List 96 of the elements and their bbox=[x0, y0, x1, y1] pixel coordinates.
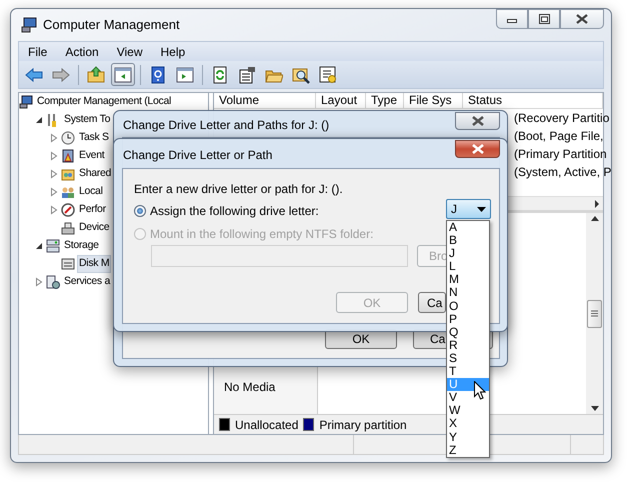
dialog-title: Change Drive Letter and Paths for J: () bbox=[123, 117, 330, 134]
maximize-icon bbox=[538, 14, 550, 24]
expand-arrow-icon[interactable] bbox=[49, 133, 59, 143]
dropdown-option[interactable]: N bbox=[447, 286, 489, 300]
scroll-down-icon bbox=[590, 406, 598, 411]
radio-label[interactable]: Assign the following drive letter: bbox=[150, 202, 319, 220]
expand-arrow-icon[interactable] bbox=[49, 187, 59, 197]
minimize-button[interactable] bbox=[496, 9, 528, 29]
close-icon bbox=[470, 144, 484, 154]
dropdown-option[interactable]: R bbox=[447, 338, 489, 352]
expand-arrow-icon[interactable] bbox=[49, 205, 59, 215]
dropdown-option[interactable]: Q bbox=[447, 326, 489, 339]
dropdown-option[interactable]: Y bbox=[447, 430, 489, 444]
dropdown-option[interactable]: T bbox=[447, 365, 489, 378]
table-cell-text: (Primary Partition bbox=[514, 146, 607, 163]
tree-item[interactable]: Device bbox=[77, 219, 112, 237]
grip-icon bbox=[591, 310, 598, 317]
scroll-thumb[interactable] bbox=[587, 300, 602, 328]
collapse-arrow-icon[interactable] bbox=[34, 115, 44, 125]
tree-item[interactable]: Storage bbox=[62, 237, 101, 255]
computer-icon bbox=[21, 17, 37, 33]
dropdown-option[interactable]: S bbox=[447, 352, 489, 366]
column-header[interactable]: Status bbox=[463, 93, 603, 108]
folder-up-icon bbox=[87, 66, 105, 84]
menu-item[interactable]: Help bbox=[152, 42, 194, 60]
tree-item[interactable]: Local bbox=[77, 183, 105, 201]
table-cell-text: (System, Active, P bbox=[514, 164, 612, 181]
forward-arrow-icon bbox=[52, 66, 70, 84]
table-cell-text: (Recovery Partitio bbox=[514, 110, 610, 127]
tree-pane-icon bbox=[114, 66, 132, 84]
window-title: Computer Management bbox=[43, 16, 180, 34]
help-icon bbox=[149, 66, 167, 84]
properties-icon bbox=[238, 66, 256, 84]
dropdown-option[interactable]: A bbox=[447, 221, 489, 234]
tree-item[interactable]: System To bbox=[62, 111, 112, 129]
close-button[interactable] bbox=[560, 9, 604, 29]
column-header[interactable]: Layout bbox=[316, 93, 366, 108]
tree-item[interactable]: Computer Management (Local bbox=[35, 93, 174, 111]
cursor-icon bbox=[474, 381, 486, 400]
computer-icon bbox=[19, 95, 33, 109]
media-label: No Media bbox=[224, 379, 276, 396]
menu-item[interactable]: View bbox=[108, 42, 152, 60]
maximize-button[interactable] bbox=[528, 9, 560, 29]
close-icon bbox=[576, 14, 588, 24]
expand-arrow-icon[interactable] bbox=[49, 169, 59, 179]
users-icon bbox=[61, 185, 75, 199]
scroll-right-icon bbox=[594, 200, 600, 208]
device-icon bbox=[61, 221, 75, 235]
tree-item[interactable]: Disk M bbox=[77, 255, 112, 273]
vertical-scrollbar[interactable] bbox=[586, 213, 603, 414]
dropdown-option[interactable]: Z bbox=[447, 444, 489, 457]
dialog-title: Change Drive Letter or Path bbox=[123, 147, 272, 164]
tree-item[interactable]: Task S bbox=[77, 129, 111, 147]
prompt-text: Enter a new drive letter or path for J: (). bbox=[134, 181, 343, 198]
settings-icon bbox=[319, 66, 337, 84]
menu-item[interactable]: File bbox=[19, 42, 56, 60]
tree-item[interactable]: Shared bbox=[77, 165, 114, 183]
legend-label: Primary partition bbox=[319, 416, 407, 434]
expand-arrow-icon[interactable] bbox=[34, 277, 44, 287]
column-header[interactable]: Type bbox=[366, 93, 404, 108]
tree-item[interactable]: Event bbox=[77, 147, 106, 165]
menu-item[interactable]: Action bbox=[56, 42, 108, 60]
log-icon bbox=[61, 149, 75, 163]
refresh-icon bbox=[211, 66, 229, 84]
dropdown-option[interactable]: V bbox=[447, 391, 489, 404]
close-button[interactable] bbox=[455, 112, 500, 130]
column-header[interactable]: File Sys bbox=[404, 93, 463, 108]
drive-letter-dropdown[interactable]: J bbox=[446, 199, 491, 219]
dropdown-option[interactable]: O bbox=[447, 300, 489, 313]
clock-icon bbox=[61, 131, 75, 145]
dropdown-option[interactable]: M bbox=[447, 273, 489, 286]
table-cell-text: (Boot, Page File, bbox=[514, 128, 604, 145]
dropdown-option[interactable]: X bbox=[447, 417, 489, 430]
folder-icon bbox=[61, 167, 75, 181]
dropdown-option[interactable]: P bbox=[447, 312, 489, 326]
storage-icon bbox=[46, 239, 60, 253]
column-header[interactable]: Volume bbox=[214, 93, 316, 108]
tree-item[interactable]: Services a bbox=[62, 273, 112, 291]
legend-label: Unallocated bbox=[235, 416, 298, 434]
dropdown-option[interactable]: W bbox=[447, 404, 489, 418]
tree-pane-button[interactable] bbox=[111, 63, 135, 86]
radio-button[interactable] bbox=[134, 205, 146, 217]
dropdown-option[interactable]: B bbox=[447, 234, 489, 248]
close-button[interactable] bbox=[455, 140, 500, 158]
search-icon bbox=[292, 66, 310, 84]
cancel-button[interactable]: Ca bbox=[418, 292, 446, 313]
services-icon bbox=[46, 275, 60, 289]
action-pane-icon bbox=[176, 66, 194, 84]
close-icon bbox=[470, 116, 484, 126]
gauge-icon bbox=[61, 203, 75, 217]
tree-item[interactable]: Perfor bbox=[77, 201, 108, 219]
collapse-arrow-icon[interactable] bbox=[34, 241, 44, 251]
expand-arrow-icon[interactable] bbox=[49, 151, 59, 161]
back-arrow-icon bbox=[25, 66, 43, 84]
scroll-up-icon bbox=[590, 216, 598, 221]
caret-icon bbox=[477, 206, 486, 212]
